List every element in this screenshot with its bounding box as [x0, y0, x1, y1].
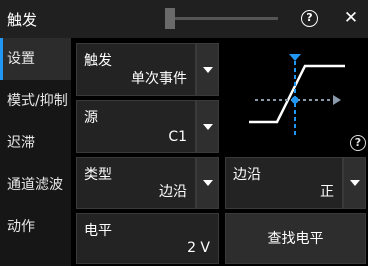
edge-label: 边沿	[233, 167, 261, 183]
window-drag-handle[interactable]	[165, 8, 175, 29]
help-icon[interactable]: ?	[350, 135, 366, 151]
window-title: 触发	[7, 11, 38, 29]
title-bar: 触发 ? ✕	[0, 0, 368, 38]
help-icon[interactable]: ?	[301, 10, 318, 27]
sidebar-item-actions[interactable]: 动作	[0, 206, 71, 248]
find-level-button[interactable]: 查找电平	[225, 213, 366, 264]
close-icon[interactable]: ✕	[343, 8, 359, 28]
sidebar-item-mode-holdoff[interactable]: 模式/抑制	[0, 80, 71, 122]
type-label: 类型	[84, 167, 112, 183]
type-value: 边沿	[159, 184, 187, 200]
edge-field[interactable]: 边沿 正	[225, 157, 343, 209]
edge-dropdown-icon[interactable]	[343, 157, 366, 209]
level-field[interactable]: 电平 2 V	[76, 213, 219, 264]
trigger-mode-dropdown-icon[interactable]	[196, 43, 219, 96]
edge-trigger-diagram	[249, 54, 345, 136]
sidebar-item-setup[interactable]: 设置	[0, 38, 71, 80]
type-field[interactable]: 类型 边沿	[76, 157, 196, 209]
sidebar-item-hysteresis[interactable]: 迟滞	[0, 122, 71, 164]
sidebar-item-channel-filter[interactable]: 通道滤波	[0, 164, 71, 206]
level-label: 电平	[84, 223, 112, 239]
trigger-mode-field[interactable]: 触发 单次事件	[76, 43, 196, 96]
source-field[interactable]: 源 C1	[76, 100, 196, 153]
sidebar: 设置 模式/抑制 迟滞 通道滤波 动作	[0, 38, 71, 266]
trigger-mode-value: 单次事件	[131, 71, 187, 87]
level-value: 2 V	[187, 240, 210, 256]
edge-value: 正	[320, 184, 334, 200]
source-dropdown-icon[interactable]	[196, 100, 219, 153]
source-label: 源	[84, 110, 98, 126]
type-dropdown-icon[interactable]	[196, 157, 219, 209]
source-value: C1	[168, 129, 187, 145]
trigger-mode-label: 触发	[84, 53, 112, 69]
window-drag-track[interactable]	[175, 17, 278, 20]
